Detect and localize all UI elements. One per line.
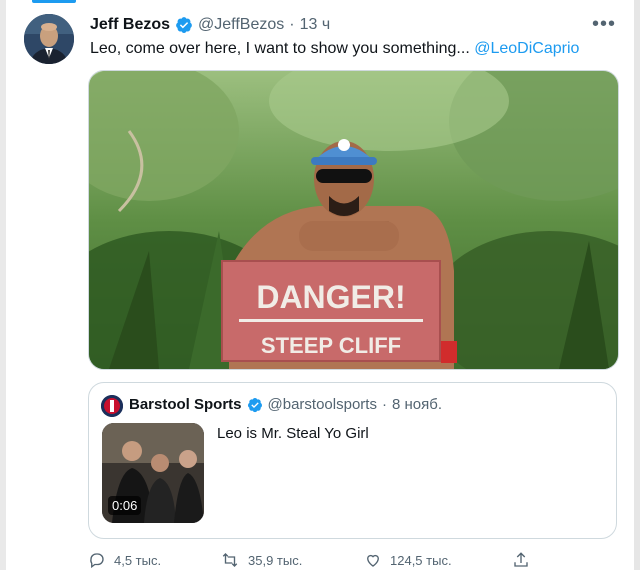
quoted-author-name[interactable]: Barstool Sports [129, 396, 242, 413]
author-handle[interactable]: @JeffBezos [198, 16, 284, 34]
quoted-tweet-text: Leo is Mr. Steal Yo Girl [217, 425, 369, 442]
quoted-separator: · [381, 396, 387, 413]
tweet-timestamp[interactable]: 13 ч [300, 16, 331, 34]
reply-icon [88, 551, 106, 569]
video-duration: 0:06 [108, 496, 142, 515]
tweet-body: Leo, come over here, I want to show you … [90, 40, 470, 57]
reply-count: 4,5 тыс. [114, 552, 162, 568]
tweet-photo[interactable]: DANGER! STEEP CLIFF [88, 70, 619, 370]
more-icon[interactable]: ••• [592, 14, 616, 34]
avatar-portrait [24, 14, 74, 64]
retweet-button[interactable]: 35,9 тыс. [220, 551, 302, 569]
window-frame-left [0, 0, 6, 570]
window-frame-right [634, 0, 640, 570]
tweet-header: Jeff Bezos @JeffBezos · 13 ч [90, 14, 330, 36]
quoted-author-avatar[interactable] [101, 395, 123, 417]
jungle-photo: DANGER! STEEP CLIFF [89, 71, 618, 369]
quoted-tweet[interactable]: Barstool Sports @barstoolsports · 8 нояб… [88, 382, 617, 539]
tweet-actions: 4,5 тыс. 35,9 тыс. 124,5 тыс. [88, 551, 548, 571]
quoted-header: Barstool Sports @barstoolsports · 8 нояб… [129, 396, 442, 413]
header-separator: · [289, 16, 295, 33]
retweet-icon [220, 551, 240, 569]
quoted-author-handle[interactable]: @barstoolsports [268, 396, 377, 413]
author-avatar[interactable] [24, 14, 74, 64]
tweet-text: Leo, come over here, I want to show you … [90, 40, 579, 58]
verified-badge-icon [175, 16, 193, 34]
author-name[interactable]: Jeff Bezos [90, 16, 170, 34]
share-button[interactable] [512, 551, 530, 569]
quoted-timestamp[interactable]: 8 нояб. [392, 396, 442, 413]
mention-link[interactable]: @LeoDiCaprio [474, 40, 579, 57]
like-button[interactable]: 124,5 тыс. [364, 551, 452, 569]
share-icon [512, 551, 530, 569]
reply-button[interactable]: 4,5 тыс. [88, 551, 161, 569]
verified-badge-icon [247, 397, 263, 413]
retweet-count: 35,9 тыс. [248, 552, 303, 568]
sign-text-danger: DANGER! [256, 279, 405, 315]
top-accent-bar [32, 0, 76, 3]
like-icon [364, 551, 382, 569]
like-count: 124,5 тыс. [390, 552, 452, 568]
sign-text-steep-cliff: STEEP CLIFF [261, 333, 401, 358]
quoted-video-thumbnail[interactable]: 0:06 [102, 423, 204, 523]
